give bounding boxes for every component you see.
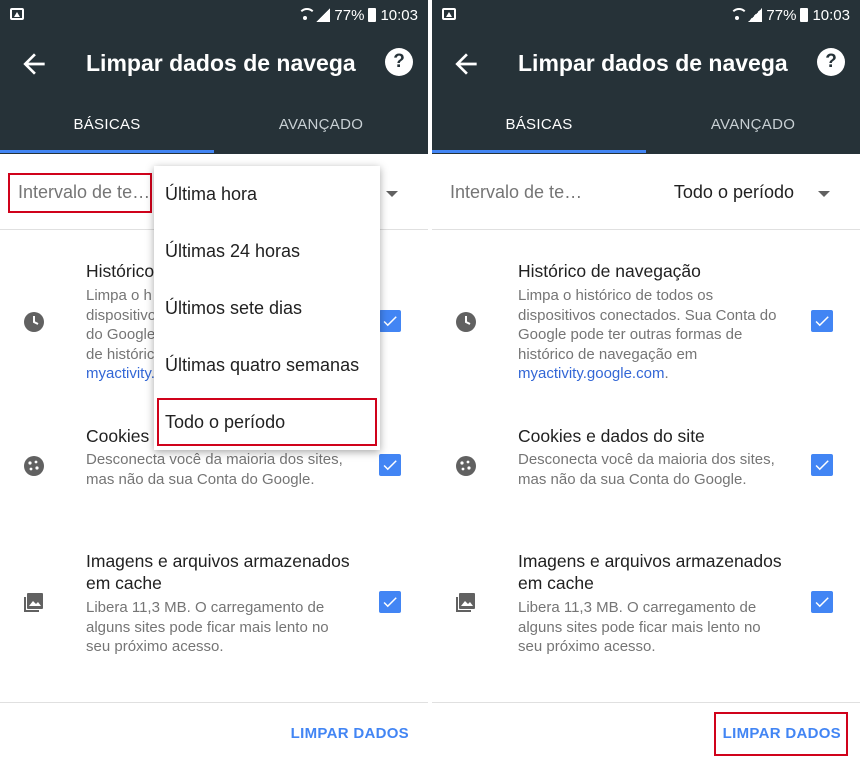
wifi-icon: [730, 8, 749, 22]
battery-percent: 77%: [766, 6, 797, 24]
menu-item-last-7-days[interactable]: Últimos sete dias: [154, 280, 380, 337]
clear-data-button[interactable]: LIMPAR DADOS: [291, 725, 409, 742]
image-icon: [24, 593, 43, 612]
highlight-box-clear-data: [714, 712, 848, 756]
help-icon[interactable]: ?: [385, 48, 413, 76]
bottom-bar: LIMPAR DADOS: [0, 702, 428, 761]
cookies-checkbox[interactable]: [811, 454, 833, 476]
tab-basic[interactable]: BÁSICAS: [432, 108, 646, 154]
clock-icon: [24, 312, 44, 332]
arrow-back-icon[interactable]: [450, 48, 482, 80]
myactivity-link[interactable]: myactivity.google.com: [518, 365, 664, 382]
menu-item-last-24-hours[interactable]: Últimas 24 horas: [154, 223, 380, 280]
cookies-checkbox[interactable]: [379, 454, 401, 476]
cache-description: Libera 11,3 MB. O carregamento de alguns…: [518, 599, 761, 655]
status-bar: 77% 10:03: [0, 0, 428, 30]
battery-icon: [800, 8, 809, 22]
dropdown-arrow-icon[interactable]: [386, 191, 398, 197]
clock: 10:03: [812, 6, 850, 24]
cache-item: Imagens e arquivos armazenados em cache …: [0, 540, 428, 700]
highlight-box-all-time: [157, 398, 377, 446]
history-item: Histórico de navegação Limpa o histórico…: [432, 230, 860, 400]
dropdown-arrow-icon[interactable]: [818, 191, 830, 197]
time-range-label: Intervalo de te…: [450, 182, 583, 202]
tab-indicator: [0, 150, 214, 153]
image-icon: [456, 593, 475, 612]
cookie-icon: [24, 456, 44, 476]
check-icon: [815, 460, 829, 471]
cookies-title: Cookies e dados do site: [518, 426, 705, 446]
cache-title: Imagens e arquivos armazenados em cache: [86, 551, 350, 593]
tab-basic[interactable]: BÁSICAS: [0, 108, 214, 154]
history-description: Limpa o histórico de todos os dispositiv…: [518, 286, 788, 384]
wifi-icon: [298, 8, 317, 22]
gallery-notification-icon: [442, 8, 456, 20]
time-range-row[interactable]: Intervalo de te… Todo o período: [432, 154, 860, 230]
app-bar: Limpar dados de navega… ? BÁSICAS AVANÇA…: [432, 30, 860, 154]
screen-left-dropdown-open: 77% 10:03 Limpar dados de navega… ? BÁSI…: [0, 0, 428, 761]
history-title: Histórico de navegação: [518, 261, 701, 281]
help-icon[interactable]: ?: [817, 48, 845, 76]
cookie-icon: [456, 456, 476, 476]
tab-advanced[interactable]: AVANÇADO: [214, 108, 428, 154]
cache-description: Libera 11,3 MB. O carregamento de alguns…: [86, 599, 329, 655]
arrow-back-icon[interactable]: [18, 48, 50, 80]
gallery-notification-icon: [10, 8, 24, 20]
page-title: Limpar dados de navega…: [86, 50, 356, 76]
cache-item: Imagens e arquivos armazenados em cache …: [432, 540, 860, 700]
check-icon: [383, 460, 397, 471]
page-title: Limpar dados de navega…: [518, 50, 788, 76]
cookies-item: Cookies e dados do site Desconecta você …: [432, 400, 860, 540]
status-right: 77% 10:03: [298, 0, 418, 30]
cache-title: Imagens e arquivos armazenados em cache: [518, 551, 782, 593]
menu-item-last-4-weeks[interactable]: Últimas quatro semanas: [154, 337, 380, 394]
cookies-description: Desconecta você da maioria dos sites, ma…: [86, 451, 343, 488]
screen-right-selected: 77% 10:03 Limpar dados de navega… ? BÁSI…: [432, 0, 860, 761]
history-desc-text: Limpa o histórico de todos os dispositiv…: [518, 287, 777, 363]
cache-checkbox[interactable]: [379, 591, 401, 613]
cache-checkbox[interactable]: [811, 591, 833, 613]
status-bar: 77% 10:03: [432, 0, 860, 30]
check-icon: [815, 597, 829, 608]
clock: 10:03: [380, 6, 418, 24]
app-bar: Limpar dados de navega… ? BÁSICAS AVANÇA…: [0, 30, 428, 154]
tab-indicator: [432, 150, 646, 153]
check-icon: [383, 316, 397, 327]
clock-icon: [456, 312, 476, 332]
check-icon: [383, 597, 397, 608]
signal-icon: [316, 8, 331, 22]
status-right: 77% 10:03: [730, 0, 850, 30]
battery-percent: 77%: [334, 6, 365, 24]
highlight-box-range-label: [8, 173, 152, 213]
tab-advanced[interactable]: AVANÇADO: [646, 108, 860, 154]
signal-icon: [748, 8, 763, 22]
check-icon: [815, 316, 829, 327]
history-checkbox[interactable]: [811, 310, 833, 332]
battery-icon: [368, 8, 377, 22]
time-range-value[interactable]: Todo o período: [674, 182, 794, 203]
history-checkbox[interactable]: [379, 310, 401, 332]
history-desc-suffix: .: [664, 365, 669, 382]
menu-item-last-hour[interactable]: Última hora: [154, 166, 380, 223]
cookies-description: Desconecta você da maioria dos sites, ma…: [518, 451, 775, 488]
